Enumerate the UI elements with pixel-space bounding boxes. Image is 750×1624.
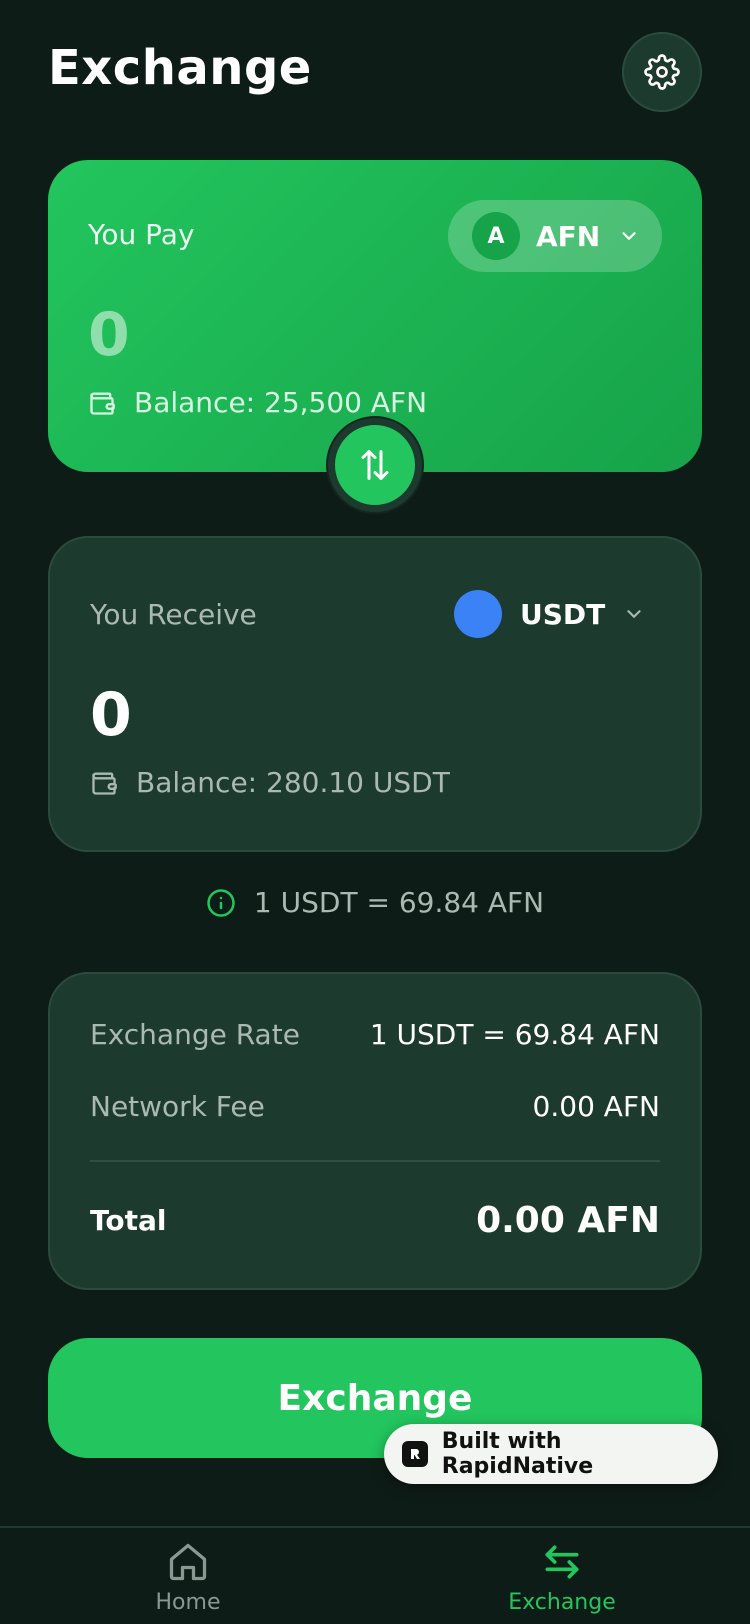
pay-currency-code: AFN <box>536 219 601 253</box>
exchange-arrows-icon <box>545 1545 579 1579</box>
rapidnative-logo-icon <box>402 1441 428 1467</box>
usdt-coin-icon <box>454 590 502 638</box>
nav-item-exchange[interactable]: Exchange <box>482 1540 642 1615</box>
nav-item-home[interactable]: Home <box>108 1540 268 1615</box>
chevron-down-icon <box>623 603 645 625</box>
swap-arrows-icon <box>361 450 389 480</box>
gear-icon <box>644 54 680 90</box>
rate-hint: 1 USDT = 69.84 AFN <box>0 886 750 919</box>
total-value: 0.00 AFN <box>476 1200 660 1241</box>
summary-row-rate: Exchange Rate 1 USDT = 69.84 AFN <box>90 1018 660 1051</box>
receive-card: You Receive USDT 0 Balance: 280.10 USDT <box>48 536 702 852</box>
summary-divider <box>90 1160 660 1162</box>
badge-text: Built with RapidNative <box>441 1429 594 1479</box>
summary-card: Exchange Rate 1 USDT = 69.84 AFN Network… <box>48 972 702 1290</box>
receive-label: You Receive <box>90 598 257 631</box>
wallet-icon <box>92 772 117 795</box>
built-with-badge[interactable]: Built with RapidNative <box>384 1424 718 1484</box>
pay-balance-text: Balance: 25,500 AFN <box>134 386 428 419</box>
nav-label-exchange: Exchange <box>508 1590 616 1615</box>
pay-label: You Pay <box>88 218 195 251</box>
rate-hint-text: 1 USDT = 69.84 AFN <box>253 886 545 919</box>
total-label: Total <box>90 1204 167 1237</box>
rate-label: Exchange Rate <box>90 1018 300 1051</box>
afn-coin-icon: A <box>472 212 520 260</box>
nav-label-home: Home <box>155 1590 221 1615</box>
summary-row-fee: Network Fee 0.00 AFN <box>90 1090 660 1123</box>
receive-currency-code: USDT <box>520 597 606 631</box>
pay-amount-input[interactable]: 0 <box>88 300 130 370</box>
page-title: Exchange <box>48 40 312 96</box>
rate-value: 1 USDT = 69.84 AFN <box>369 1018 660 1051</box>
pay-currency-selector[interactable]: A AFN <box>448 200 662 272</box>
chevron-down-icon <box>618 225 640 247</box>
wallet-icon <box>90 392 115 415</box>
pay-balance: Balance: 25,500 AFN <box>88 386 427 419</box>
afn-coin-letter: A <box>487 223 505 249</box>
swap-currencies-button[interactable] <box>328 418 422 512</box>
info-icon <box>207 888 235 917</box>
fee-label: Network Fee <box>90 1090 265 1123</box>
bottom-nav: Home Exchange <box>0 1526 750 1624</box>
fee-value: 0.00 AFN <box>532 1090 660 1123</box>
receive-balance-text: Balance: 280.10 USDT <box>136 766 450 799</box>
summary-row-total: Total 0.00 AFN <box>90 1200 660 1241</box>
exchange-screen: Exchange You Pay A AFN 0 Balance: 25,500… <box>0 0 750 1624</box>
settings-button[interactable] <box>622 32 702 112</box>
home-icon <box>169 1543 207 1581</box>
receive-currency-selector[interactable]: USDT <box>454 590 645 638</box>
receive-amount: 0 <box>90 680 132 750</box>
receive-balance: Balance: 280.10 USDT <box>90 766 450 799</box>
